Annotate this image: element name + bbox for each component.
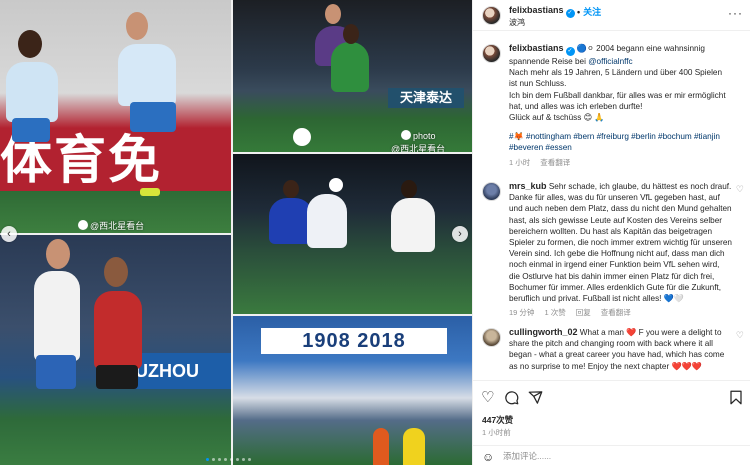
comment-username[interactable]: mrs_kub bbox=[509, 181, 547, 191]
comments-list[interactable]: felixbastians ✓ 🔵⚪ 2004 begann eine wahns… bbox=[473, 31, 750, 380]
prev-photo-button[interactable]: ‹ bbox=[1, 226, 17, 242]
comment-input[interactable] bbox=[503, 449, 703, 463]
weibo-icon bbox=[78, 220, 88, 230]
player-figure bbox=[130, 102, 176, 132]
reply-button[interactable]: 回复 bbox=[576, 307, 591, 318]
football bbox=[329, 178, 343, 192]
comment-item: cullingworth_02 What a man ❤️ F you were… bbox=[482, 327, 744, 372]
like-comment-icon[interactable]: ♡ bbox=[736, 184, 744, 195]
comment-icon[interactable] bbox=[504, 390, 519, 409]
carousel-dot bbox=[224, 458, 227, 461]
share-icon[interactable] bbox=[528, 390, 543, 409]
avatar[interactable] bbox=[482, 44, 501, 63]
next-photo-button[interactable]: › bbox=[452, 226, 468, 242]
player-figure bbox=[12, 118, 50, 142]
post-header: felixbastians ✓ • 关注 波鸿 ··· bbox=[473, 0, 750, 31]
comment-likes[interactable]: 1 次赞 bbox=[544, 307, 565, 318]
player-figure bbox=[331, 42, 369, 92]
carousel-dot bbox=[242, 458, 245, 461]
player-figure bbox=[6, 62, 58, 122]
player-figure bbox=[391, 198, 435, 252]
post-time: 1 小时前 bbox=[482, 428, 511, 437]
photo-tile-3: SUZHOU bbox=[0, 235, 231, 465]
caption-username[interactable]: felixbastians bbox=[509, 43, 564, 53]
photo-tile-4 bbox=[233, 154, 472, 314]
fan-banner: 1908 2018 bbox=[261, 328, 447, 354]
player-figure bbox=[307, 194, 347, 248]
avatar[interactable] bbox=[482, 328, 501, 347]
comment-username[interactable]: cullingworth_02 bbox=[509, 327, 578, 337]
photo-collage: 体育免 @西北星看台 天津泰达 photo @西北星看台 SUZHOU 1908… bbox=[0, 0, 472, 465]
player-figure bbox=[118, 44, 176, 106]
header-username[interactable]: felixbastians bbox=[509, 5, 564, 15]
photo-tile-5: 1908 2018 bbox=[233, 316, 472, 465]
stadium-board: 天津泰达 bbox=[388, 88, 464, 108]
hashtags[interactable]: #🦊 #nottingham #bern #freiburg #berlin #… bbox=[509, 131, 732, 153]
comment-form: ☺ bbox=[473, 445, 750, 465]
player-figure bbox=[34, 271, 80, 361]
carousel-dot bbox=[206, 458, 209, 461]
like-comment-icon[interactable]: ♡ bbox=[736, 330, 744, 341]
mention-link[interactable]: @officialnffc bbox=[588, 57, 632, 66]
comment-text: Sehr schade, ich glaube, du hättest es n… bbox=[509, 182, 732, 304]
action-bar: ♡ 447次赞 1 小时前 ☺ bbox=[473, 380, 750, 465]
caption-time: 1 小时 bbox=[509, 157, 531, 167]
carousel-dots bbox=[206, 458, 251, 462]
verified-icon: ✓ bbox=[565, 47, 575, 56]
comment-item: mrs_kub Sehr schade, ich glaube, du hätt… bbox=[482, 181, 744, 318]
caption: felixbastians ✓ 🔵⚪ 2004 begann eine wahns… bbox=[482, 43, 744, 168]
comment-time: 19 分钟 bbox=[509, 308, 535, 318]
avatar[interactable] bbox=[482, 182, 501, 201]
photo-tile-2: 天津泰达 photo @西北星看台 bbox=[233, 0, 472, 152]
player-figure bbox=[36, 355, 76, 389]
more-options-icon[interactable]: ··· bbox=[728, 7, 743, 19]
emoji-icon[interactable]: ☺ bbox=[482, 450, 494, 464]
player-figure bbox=[96, 365, 138, 389]
watermark: @西北星看台 bbox=[391, 144, 446, 152]
follow-button[interactable]: 关注 bbox=[583, 7, 601, 17]
watermark: photo bbox=[401, 130, 436, 141]
carousel-dot bbox=[230, 458, 233, 461]
football bbox=[293, 128, 311, 146]
photo-icon bbox=[401, 130, 411, 140]
avatar[interactable] bbox=[482, 6, 501, 25]
verified-icon: ✓ bbox=[565, 9, 575, 18]
carousel-dot bbox=[212, 458, 215, 461]
heart-icon[interactable]: ♡ bbox=[481, 390, 494, 406]
likes-count[interactable]: 447次赞 bbox=[482, 414, 513, 426]
carousel-dot bbox=[218, 458, 221, 461]
see-translation-link[interactable]: 查看翻译 bbox=[540, 157, 570, 168]
post-location[interactable]: 波鸿 bbox=[509, 17, 525, 28]
watermark: @西北星看台 bbox=[78, 219, 144, 232]
post-panel: felixbastians ✓ • 关注 波鸿 ··· felixbastians ✓… bbox=[472, 0, 750, 465]
see-translation-link[interactable]: 查看翻译 bbox=[601, 307, 631, 318]
player-figure bbox=[94, 291, 142, 369]
save-icon[interactable] bbox=[729, 390, 743, 409]
carousel-dot bbox=[248, 458, 251, 461]
carousel-dot bbox=[236, 458, 239, 461]
photo-tile-1: 体育免 @西北星看台 bbox=[0, 0, 231, 233]
